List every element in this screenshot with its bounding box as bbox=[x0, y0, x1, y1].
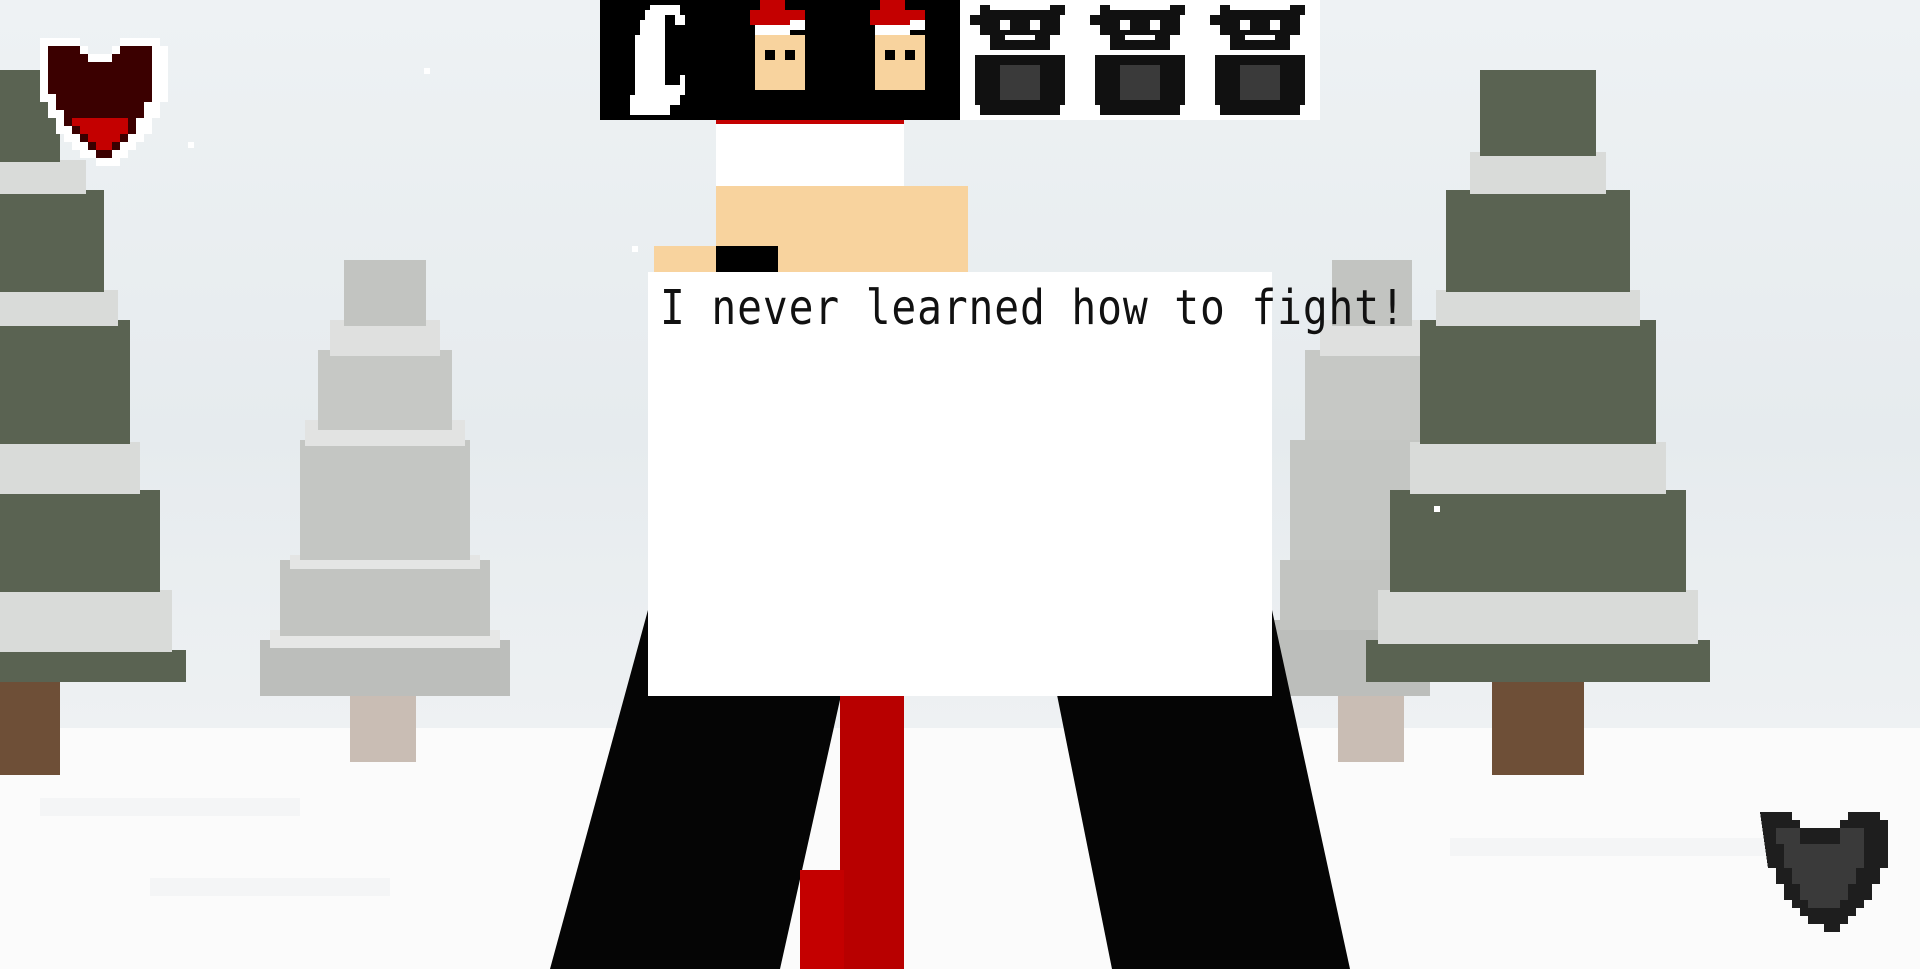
dark-bunny-portrait-icon bbox=[1090, 5, 1185, 115]
santa-hat-face-icon bbox=[750, 0, 805, 90]
party-portrait-bar bbox=[600, 0, 1320, 120]
player-heart-icon bbox=[40, 38, 168, 166]
dialogue-text: I never learned how to fight! bbox=[660, 280, 1406, 336]
dark-bunny-portrait-icon bbox=[1210, 5, 1305, 115]
portrait-ghost[interactable] bbox=[600, 0, 720, 120]
dialogue-box[interactable]: I never learned how to fight! bbox=[648, 272, 1406, 696]
portrait-bunny-3[interactable] bbox=[1200, 0, 1320, 120]
near-tree-left bbox=[0, 70, 186, 775]
portrait-santa-kid-2[interactable] bbox=[840, 0, 960, 120]
far-tree-left bbox=[260, 260, 510, 762]
ghost-portrait-icon bbox=[630, 5, 685, 115]
portrait-bunny-1[interactable] bbox=[960, 0, 1080, 120]
dark-bunny-portrait-icon bbox=[970, 5, 1065, 115]
portrait-bunny-2[interactable] bbox=[1080, 0, 1200, 120]
portrait-santa-kid-1[interactable] bbox=[720, 0, 840, 120]
enemy-heart-icon bbox=[1760, 812, 1888, 932]
santa-hat-face-icon bbox=[870, 0, 925, 90]
